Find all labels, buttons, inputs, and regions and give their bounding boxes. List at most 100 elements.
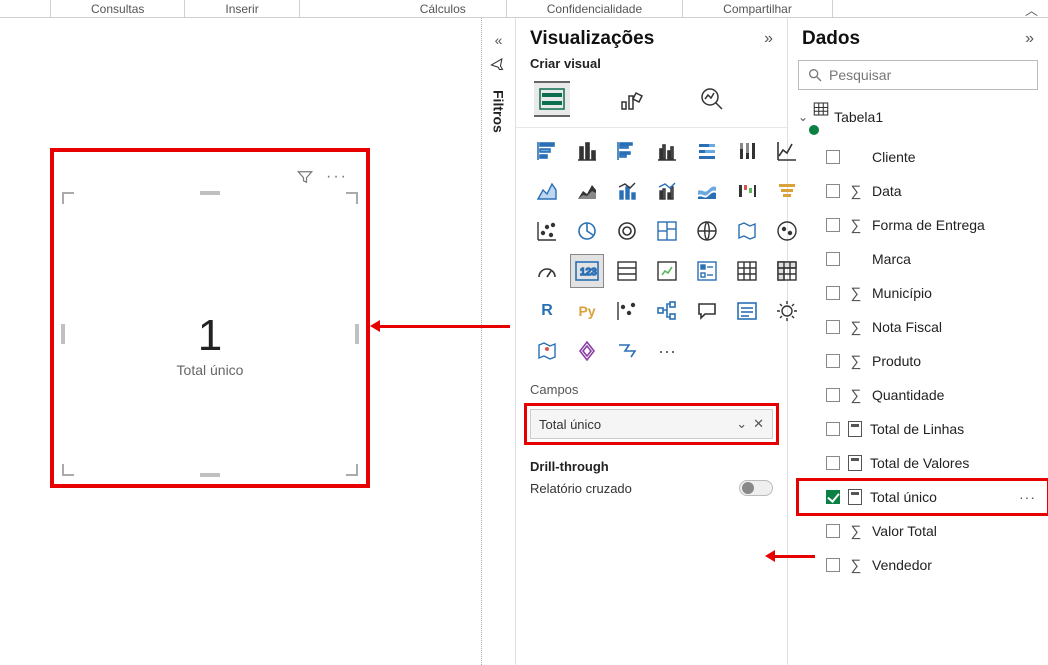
more-visuals-icon[interactable]: ··· xyxy=(650,334,684,368)
field-well[interactable]: Total único ⌄ ✕ xyxy=(530,409,773,439)
report-canvas[interactable]: ··· 1 Total único xyxy=(0,18,482,665)
field-checkbox[interactable] xyxy=(826,286,840,300)
area-chart-icon[interactable] xyxy=(530,174,564,208)
field-row[interactable]: ∑Forma de Entrega xyxy=(798,208,1048,242)
ribbon-group-inserir[interactable]: Inserir xyxy=(185,0,299,17)
annotation-field-well-highlight: Total único ⌄ ✕ xyxy=(524,403,779,445)
sigma-icon: ∑ xyxy=(848,557,864,574)
field-row[interactable]: ∑Município xyxy=(798,276,1048,310)
table-name: Tabela1 xyxy=(834,109,883,125)
treemap-icon[interactable] xyxy=(650,214,684,248)
power-automate-icon[interactable] xyxy=(610,334,644,368)
field-checkbox[interactable] xyxy=(826,490,840,504)
more-options-icon[interactable]: ··· xyxy=(326,168,348,186)
multi-row-card-icon[interactable] xyxy=(610,254,644,288)
qa-visual-icon[interactable] xyxy=(690,294,724,328)
remove-field-icon[interactable]: ✕ xyxy=(753,416,764,432)
resize-handle[interactable] xyxy=(346,464,358,476)
resize-handle[interactable] xyxy=(62,192,74,204)
power-apps-icon[interactable] xyxy=(570,334,604,368)
build-visual-tab[interactable] xyxy=(534,81,570,117)
table-node[interactable]: ⌄ Tabela1 xyxy=(788,98,1048,140)
format-visual-tab[interactable] xyxy=(614,81,650,117)
stacked-area-chart-icon[interactable] xyxy=(570,174,604,208)
smart-narrative-icon[interactable] xyxy=(730,294,764,328)
map-icon[interactable] xyxy=(690,214,724,248)
waterfall-chart-icon[interactable] xyxy=(730,174,764,208)
table-icon[interactable] xyxy=(730,254,764,288)
search-placeholder: Pesquisar xyxy=(829,67,891,83)
empty xyxy=(730,334,764,368)
resize-handle[interactable] xyxy=(200,191,220,195)
field-checkbox[interactable] xyxy=(826,320,840,334)
field-checkbox[interactable] xyxy=(826,524,840,538)
ribbon-label: Compartilhar xyxy=(723,2,792,16)
field-row[interactable]: Cliente xyxy=(798,140,1048,174)
python-visual-icon[interactable]: Py xyxy=(570,294,604,328)
filter-icon[interactable] xyxy=(296,168,314,186)
ribbon-group-confidencialidade[interactable]: Confidencialidade xyxy=(507,0,683,17)
field-checkbox[interactable] xyxy=(826,184,840,198)
field-row[interactable]: Marca xyxy=(798,242,1048,276)
card-visual-icon[interactable]: 123 xyxy=(570,254,604,288)
field-checkbox[interactable] xyxy=(826,422,840,436)
clustered-bar-chart-icon[interactable] xyxy=(610,134,644,168)
field-more-icon[interactable]: ··· xyxy=(1019,489,1036,505)
field-checkbox[interactable] xyxy=(826,354,840,368)
pie-chart-icon[interactable] xyxy=(570,214,604,248)
slicer-icon[interactable] xyxy=(690,254,724,288)
hundred-stacked-bar-icon[interactable] xyxy=(690,134,724,168)
ribbon-group-compartilhar[interactable]: Compartilhar xyxy=(683,0,833,17)
field-row[interactable]: Total de Valores xyxy=(798,446,1048,480)
arcgis-map-icon[interactable] xyxy=(530,334,564,368)
ribbon-group-consultas[interactable]: Consultas xyxy=(50,0,185,17)
hundred-stacked-column-icon[interactable] xyxy=(730,134,764,168)
scatter-chart-icon[interactable] xyxy=(530,214,564,248)
field-row[interactable]: Total de Linhas xyxy=(798,412,1048,446)
field-row[interactable]: ∑Vendedor xyxy=(798,548,1048,582)
ribbon-chart-icon[interactable] xyxy=(690,174,724,208)
field-row[interactable]: ∑Quantidade xyxy=(798,378,1048,412)
resize-handle[interactable] xyxy=(346,192,358,204)
filters-pane-collapsed[interactable]: « Filtros xyxy=(482,18,516,665)
cross-report-toggle[interactable] xyxy=(739,480,773,496)
field-name: Produto xyxy=(872,353,921,369)
field-checkbox[interactable] xyxy=(826,388,840,402)
ribbon-group-calculos[interactable]: Cálculos xyxy=(380,0,507,17)
expand-left-icon[interactable]: « xyxy=(495,32,503,48)
ribbon: Consultas Inserir Cálculos Confidenciali… xyxy=(0,0,1048,18)
gauge-icon[interactable] xyxy=(530,254,564,288)
r-visual-icon[interactable]: R xyxy=(530,294,564,328)
stacked-bar-chart-icon[interactable] xyxy=(530,134,564,168)
line-clustered-column-icon[interactable] xyxy=(650,174,684,208)
expand-right-icon[interactable]: » xyxy=(1025,30,1034,48)
filled-map-icon[interactable] xyxy=(730,214,764,248)
annotation-arrow xyxy=(380,325,510,328)
kpi-icon[interactable] xyxy=(650,254,684,288)
field-row[interactable]: Total único··· xyxy=(798,480,1048,514)
field-checkbox[interactable] xyxy=(826,252,840,266)
field-checkbox[interactable] xyxy=(826,150,840,164)
analytics-tab[interactable] xyxy=(694,81,730,117)
clustered-column-chart-icon[interactable] xyxy=(650,134,684,168)
expand-right-icon[interactable]: » xyxy=(764,30,773,48)
key-influencers-icon[interactable] xyxy=(610,294,644,328)
sigma-icon: ∑ xyxy=(848,523,864,540)
field-checkbox[interactable] xyxy=(826,218,840,232)
field-row[interactable]: ∑Valor Total xyxy=(798,514,1048,548)
field-row[interactable]: ∑Nota Fiscal xyxy=(798,310,1048,344)
resize-handle[interactable] xyxy=(200,473,220,477)
search-input[interactable]: Pesquisar xyxy=(798,60,1038,90)
stacked-column-chart-icon[interactable] xyxy=(570,134,604,168)
resize-handle[interactable] xyxy=(62,464,74,476)
chevron-down-icon[interactable]: ⌄ xyxy=(736,416,747,432)
field-checkbox[interactable] xyxy=(826,456,840,470)
field-checkbox[interactable] xyxy=(826,558,840,572)
decomposition-tree-icon[interactable] xyxy=(650,294,684,328)
donut-chart-icon[interactable] xyxy=(610,214,644,248)
field-row[interactable]: ∑Produto xyxy=(798,344,1048,378)
field-row[interactable]: ∑Data xyxy=(798,174,1048,208)
card-visual[interactable]: ··· 1 Total único xyxy=(62,160,358,476)
ribbon-collapse-icon[interactable]: ︿ xyxy=(1025,0,1038,19)
line-stacked-column-icon[interactable] xyxy=(610,174,644,208)
